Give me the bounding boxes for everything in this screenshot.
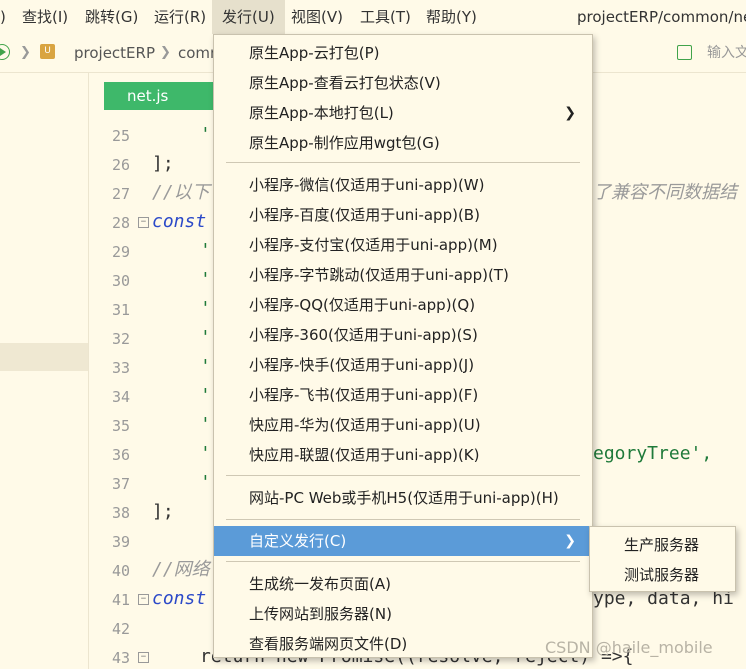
file-tab[interactable]: net.js — [104, 82, 214, 110]
menu-divider — [226, 475, 580, 476]
line-number: 34 — [111, 388, 130, 406]
submenu-item-production-server[interactable]: 生产服务器 — [590, 530, 735, 560]
code-line: ]; — [152, 501, 174, 522]
code-line: ' — [200, 240, 211, 261]
menu-publish[interactable]: 发行(U) — [212, 0, 285, 34]
menu-bar: ) 查找(I) 跳转(G) 运行(R) 发行(U) 视图(V) 工具(T) 帮助… — [0, 0, 746, 34]
menu-goto[interactable]: 跳转(G) — [75, 0, 148, 34]
menu-tools[interactable]: 工具(T) — [350, 0, 421, 34]
code-comment: //以下 — [152, 182, 210, 203]
chevron-right-icon: ❯ — [160, 45, 171, 60]
menu-item-mp-qq[interactable]: 小程序-QQ(仅适用于uni-app)(Q) — [214, 290, 592, 320]
code-comment: 了兼容不同数据结 — [593, 182, 737, 203]
line-number: 36 — [111, 446, 130, 464]
code-keyword: const — [152, 588, 207, 609]
menu-item-native-cloud-status[interactable]: 原生App-查看云打包状态(V) — [214, 68, 592, 98]
submenu-item-test-server[interactable]: 测试服务器 — [590, 560, 735, 590]
code-line: ' — [200, 327, 211, 348]
line-number: 30 — [111, 272, 130, 290]
menu-item-mp-alipay[interactable]: 小程序-支付宝(仅适用于uni-app)(M) — [214, 230, 592, 260]
menu-item-native-local-pack[interactable]: 原生App-本地打包(L) ❯ — [214, 98, 592, 128]
line-number: 31 — [111, 301, 130, 319]
window-path-title: projectERP/common/ne — [577, 8, 746, 26]
menu-item-native-cloud-pack[interactable]: 原生App-云打包(P) — [214, 38, 592, 68]
code-line: ' — [200, 356, 211, 377]
publish-menu: 原生App-云打包(P) 原生App-查看云打包状态(V) 原生App-本地打包… — [213, 34, 593, 658]
code-comment: //网络 — [152, 559, 210, 580]
chevron-right-icon: ❯ — [564, 105, 576, 121]
menu-divider — [226, 519, 580, 520]
fold-toggle-icon[interactable]: − — [138, 594, 149, 605]
line-number: 33 — [111, 359, 130, 377]
line-number: 26 — [111, 156, 130, 174]
menu-item-mp-lark[interactable]: 小程序-飞书(仅适用于uni-app)(F) — [214, 380, 592, 410]
menu-item-native-wgt[interactable]: 原生App-制作应用wgt包(G) — [214, 128, 592, 158]
code-line: ]; — [152, 153, 174, 174]
line-number: 42 — [111, 620, 130, 638]
chevron-right-icon: ❯ — [20, 45, 31, 60]
code-line: ' — [200, 414, 211, 435]
menu-find[interactable]: 查找(I) — [12, 0, 78, 34]
line-number: 28 — [111, 214, 130, 232]
code-line: ' — [200, 385, 211, 406]
chevron-right-icon: ❯ — [564, 533, 576, 549]
menu-item-generate-release-page[interactable]: 生成统一发布页面(A) — [214, 569, 592, 599]
line-number: 37 — [111, 475, 130, 493]
line-number: 41 — [111, 591, 130, 609]
menu-item-view-server-files[interactable]: 查看服务端网页文件(D) — [214, 629, 592, 659]
code-keyword: const — [152, 211, 207, 232]
line-number: 29 — [111, 243, 130, 261]
menu-divider — [226, 162, 580, 163]
uni-app-icon: U — [40, 44, 55, 59]
menu-help[interactable]: 帮助(Y) — [416, 0, 487, 34]
line-number: 43 — [111, 649, 130, 667]
sidebar-selected-row[interactable] — [0, 343, 88, 371]
code-line: egoryTree', — [593, 443, 713, 464]
menu-item-mp-kuaishou[interactable]: 小程序-快手(仅适用于uni-app)(J) — [214, 350, 592, 380]
menu-view[interactable]: 视图(V) — [281, 0, 353, 34]
menu-item-quickapp-huawei[interactable]: 快应用-华为(仅适用于uni-app)(U) — [214, 410, 592, 440]
watermark: CSDN @haile_mobile — [545, 638, 713, 657]
line-number: 39 — [111, 533, 130, 551]
line-number: 25 — [111, 127, 130, 145]
breadcrumb-project[interactable]: projectERP — [74, 34, 155, 72]
menu-item-custom-publish[interactable]: 自定义发行(C) ❯ — [214, 526, 592, 556]
fold-toggle-icon[interactable]: − — [138, 652, 149, 663]
code-line: ' — [200, 443, 211, 464]
code-line: ' — [200, 269, 211, 290]
code-line: ' — [200, 298, 211, 319]
menu-item-quickapp-union[interactable]: 快应用-联盟(仅适用于uni-app)(K) — [214, 440, 592, 470]
menu-item-mp-360[interactable]: 小程序-360(仅适用于uni-app)(S) — [214, 320, 592, 350]
line-number: 35 — [111, 417, 130, 435]
fold-toggle-icon[interactable]: − — [138, 217, 149, 228]
custom-publish-submenu: 生产服务器 测试服务器 — [589, 526, 736, 592]
menu-item-upload-to-server[interactable]: 上传网站到服务器(N) — [214, 599, 592, 629]
menu-run[interactable]: 运行(R) — [144, 0, 216, 34]
line-number: 32 — [111, 330, 130, 348]
line-number: 40 — [111, 562, 130, 580]
line-number: 27 — [111, 185, 130, 203]
line-number: 38 — [111, 504, 130, 522]
menu-item-web-h5[interactable]: 网站-PC Web或手机H5(仅适用于uni-app)(H) — [214, 483, 592, 513]
search-icon[interactable] — [677, 45, 692, 60]
search-input[interactable]: 输入文 — [707, 34, 746, 72]
menu-divider — [226, 561, 580, 562]
menu-item-mp-toutiao[interactable]: 小程序-字节跳动(仅适用于uni-app)(T) — [214, 260, 592, 290]
project-sidebar — [0, 73, 89, 669]
menu-item-mp-weixin[interactable]: 小程序-微信(仅适用于uni-app)(W) — [214, 170, 592, 200]
menu-item-mp-baidu[interactable]: 小程序-百度(仅适用于uni-app)(B) — [214, 200, 592, 230]
